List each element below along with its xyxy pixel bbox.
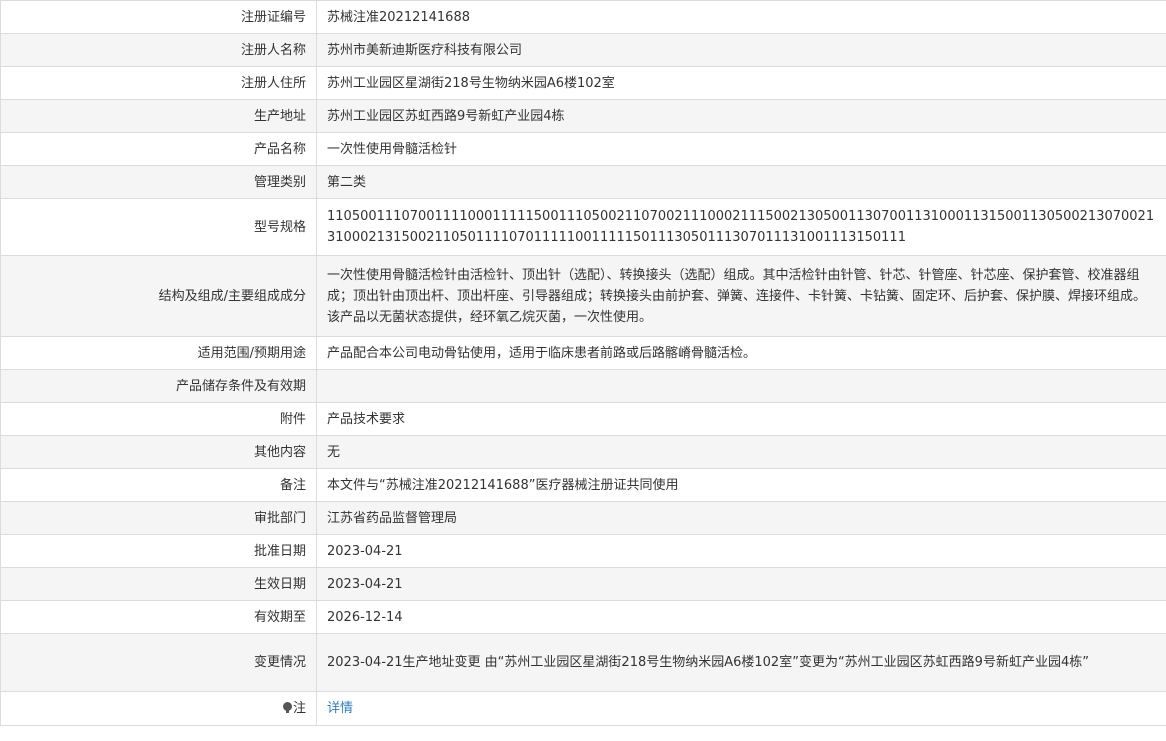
value-management-category: 第二类: [316, 165, 1166, 199]
row-product-name: 产品名称 一次性使用骨髓活检针: [0, 132, 1166, 166]
value-storage-conditions: [316, 369, 1166, 403]
label-storage-conditions: 产品储存条件及有效期: [0, 369, 317, 403]
label-approval-department: 审批部门: [0, 501, 317, 535]
label-product-name: 产品名称: [0, 132, 317, 166]
label-note: 注: [0, 691, 317, 726]
row-management-category: 管理类别 第二类: [0, 165, 1166, 199]
label-registrant-address: 注册人住所: [0, 66, 317, 100]
value-registrant-address: 苏州工业园区星湖街218号生物纳米园A6楼102室: [316, 66, 1166, 100]
value-registrant-name: 苏州市美新迪斯医疗科技有限公司: [316, 33, 1166, 67]
label-structure-composition: 结构及组成/主要组成成分: [0, 255, 317, 337]
value-structure-composition: 一次性使用骨髓活检针由活检针、顶出针（选配）、转换接头（选配）组成。其中活检针由…: [316, 255, 1166, 337]
row-other-content: 其他内容 无: [0, 435, 1166, 469]
row-model-spec: 型号规格 11050011107001111000111115001110500…: [0, 198, 1166, 256]
value-other-content: 无: [316, 435, 1166, 469]
value-remarks: 本文件与“苏械注准20212141688”医疗器械注册证共同使用: [316, 468, 1166, 502]
row-effective-date: 生效日期 2023-04-21: [0, 567, 1166, 601]
value-production-address: 苏州工业园区苏虹西路9号新虹产业园4栋: [316, 99, 1166, 133]
value-effective-date: 2023-04-21: [316, 567, 1166, 601]
label-other-content: 其他内容: [0, 435, 317, 469]
row-storage-conditions: 产品储存条件及有效期: [0, 369, 1166, 403]
label-management-category: 管理类别: [0, 165, 317, 199]
value-product-name: 一次性使用骨髓活检针: [316, 132, 1166, 166]
label-effective-date: 生效日期: [0, 567, 317, 601]
row-structure-composition: 结构及组成/主要组成成分 一次性使用骨髓活检针由活检针、顶出针（选配）、转换接头…: [0, 255, 1166, 337]
value-approval-department: 江苏省药品监督管理局: [316, 501, 1166, 535]
label-registration-number: 注册证编号: [0, 0, 317, 34]
lightbulb-icon: [282, 702, 292, 713]
details-link[interactable]: 详情: [327, 701, 353, 716]
label-change-history: 变更情况: [0, 633, 317, 692]
label-registrant-name: 注册人名称: [0, 33, 317, 67]
label-valid-until: 有效期至: [0, 600, 317, 634]
registration-detail-table: 注册证编号 苏械注准20212141688 注册人名称 苏州市美新迪斯医疗科技有…: [0, 0, 1166, 726]
note-label: 注: [292, 701, 306, 716]
row-attachment: 附件 产品技术要求: [0, 402, 1166, 436]
label-model-spec: 型号规格: [0, 198, 317, 256]
row-approval-department: 审批部门 江苏省药品监督管理局: [0, 501, 1166, 535]
label-production-address: 生产地址: [0, 99, 317, 133]
label-attachment: 附件: [0, 402, 317, 436]
label-approval-date: 批准日期: [0, 534, 317, 568]
value-intended-use: 产品配合本公司电动骨钻使用，适用于临床患者前路或后路髂嵴骨髓活检。: [316, 336, 1166, 370]
value-registration-number: 苏械注准20212141688: [316, 0, 1166, 34]
row-remarks: 备注 本文件与“苏械注准20212141688”医疗器械注册证共同使用: [0, 468, 1166, 502]
row-note: 注 详情: [0, 691, 1166, 726]
row-intended-use: 适用范围/预期用途 产品配合本公司电动骨钻使用，适用于临床患者前路或后路髂嵴骨髓…: [0, 336, 1166, 370]
value-valid-until: 2026-12-14: [316, 600, 1166, 634]
row-registration-number: 注册证编号 苏械注准20212141688: [0, 0, 1166, 34]
value-model-spec: 1105001110700111100011111500111050021107…: [316, 198, 1166, 256]
label-remarks: 备注: [0, 468, 317, 502]
value-attachment: 产品技术要求: [316, 402, 1166, 436]
value-approval-date: 2023-04-21: [316, 534, 1166, 568]
row-change-history: 变更情况 2023-04-21生产地址变更 由“苏州工业园区星湖街218号生物纳…: [0, 633, 1166, 692]
value-note: 详情: [316, 691, 1166, 726]
label-intended-use: 适用范围/预期用途: [0, 336, 317, 370]
row-registrant-address: 注册人住所 苏州工业园区星湖街218号生物纳米园A6楼102室: [0, 66, 1166, 100]
row-registrant-name: 注册人名称 苏州市美新迪斯医疗科技有限公司: [0, 33, 1166, 67]
value-change-history: 2023-04-21生产地址变更 由“苏州工业园区星湖街218号生物纳米园A6楼…: [316, 633, 1166, 692]
row-valid-until: 有效期至 2026-12-14: [0, 600, 1166, 634]
row-production-address: 生产地址 苏州工业园区苏虹西路9号新虹产业园4栋: [0, 99, 1166, 133]
row-approval-date: 批准日期 2023-04-21: [0, 534, 1166, 568]
